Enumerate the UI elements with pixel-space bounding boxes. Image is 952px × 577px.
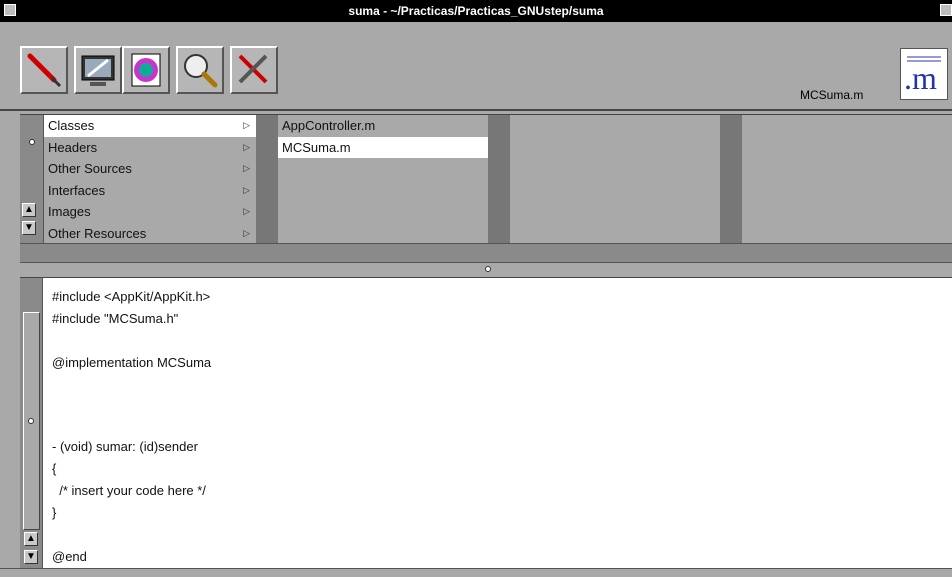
file-label: AppController.m (282, 118, 376, 133)
chevron-right-icon: ▷ (243, 163, 250, 174)
code-line: /* insert your code here */ (52, 483, 206, 498)
category-label: Interfaces (48, 182, 106, 198)
category-item[interactable]: Other Sources ▷ (44, 158, 256, 180)
build-button[interactable] (20, 46, 68, 94)
browser-horizontal-scroller[interactable] (20, 243, 952, 263)
category-label: Classes (48, 118, 95, 133)
chevron-right-icon: ▷ (243, 227, 250, 238)
code-line: @implementation MCSuma (52, 355, 212, 370)
search-icon (184, 54, 218, 88)
code-line: #include <AppKit/AppKit.h> (52, 289, 211, 304)
code-line: - (void) sumar: (id)sender (52, 439, 198, 454)
scroller-knob[interactable] (28, 418, 34, 424)
chevron-right-icon: ▷ (243, 120, 250, 130)
category-item[interactable]: Interfaces ▷ (44, 180, 256, 202)
split-divider[interactable] (20, 263, 952, 278)
divider-knob[interactable] (485, 266, 491, 272)
file-item[interactable]: AppController.m (278, 115, 488, 137)
category-item[interactable]: Headers ▷ (44, 137, 256, 159)
settings-button[interactable] (230, 46, 278, 94)
chevron-right-icon: ▷ (243, 141, 250, 152)
project-icon (131, 53, 161, 87)
chevron-right-icon: ▷ (243, 206, 250, 217)
files-column: AppController.m MCSuma.m (278, 115, 488, 243)
chevron-right-icon: ▷ (243, 184, 250, 195)
settings-icon (238, 54, 268, 84)
category-item[interactable]: Images ▷ (44, 201, 256, 223)
category-label: Headers (48, 139, 98, 155)
categories-column: Classes ▷ Headers ▷ Other Sources ▷ Interfa… (44, 115, 256, 243)
category-label: Other Resources (48, 225, 147, 241)
project-button[interactable] (122, 46, 170, 94)
code-line: #include "MCSuma.h" (52, 311, 179, 326)
empty-column (510, 115, 720, 243)
scroller-knob[interactable] (29, 139, 35, 145)
scroll-up-button[interactable]: ▲ (22, 203, 36, 217)
window-title: suma - ~/Practicas/Practicas_GNUstep/sum… (348, 4, 604, 18)
window-bottom-edge (0, 568, 952, 577)
launch-button[interactable] (74, 46, 122, 94)
browser-scroller[interactable]: ▲ ▼ (20, 115, 44, 243)
m-file-icon: .m (900, 48, 948, 100)
scroll-down-button[interactable]: ▼ (24, 550, 38, 564)
close-button[interactable] (940, 4, 952, 16)
editor-scroller[interactable]: ▲ ▼ (20, 278, 43, 568)
build-icon (27, 53, 62, 88)
launch-icon (81, 55, 115, 86)
current-file-label: MCSuma.m (800, 88, 864, 102)
empty-column (742, 115, 952, 243)
category-label: Images (48, 204, 91, 220)
svg-text:.m: .m (904, 60, 937, 96)
category-item[interactable]: Classes ▷ (44, 115, 256, 137)
scroll-up-button[interactable]: ▲ (24, 532, 38, 546)
code-line: { (52, 461, 57, 476)
category-label: Other Sources (48, 161, 132, 177)
miniaturize-button[interactable] (4, 4, 16, 16)
code-editor[interactable]: #include <AppKit/AppKit.h> #include "MCS… (43, 278, 952, 568)
file-item[interactable]: MCSuma.m (278, 136, 488, 159)
find-button[interactable] (176, 46, 224, 94)
code-line: @end (52, 549, 87, 564)
category-item[interactable]: Other Resources ▷ (44, 223, 256, 245)
scroll-down-button[interactable]: ▼ (22, 221, 36, 235)
code-line: } (52, 505, 57, 520)
column-divider (488, 115, 510, 243)
column-divider (256, 115, 278, 243)
file-label: MCSuma.m (282, 139, 351, 155)
column-divider (720, 115, 742, 243)
